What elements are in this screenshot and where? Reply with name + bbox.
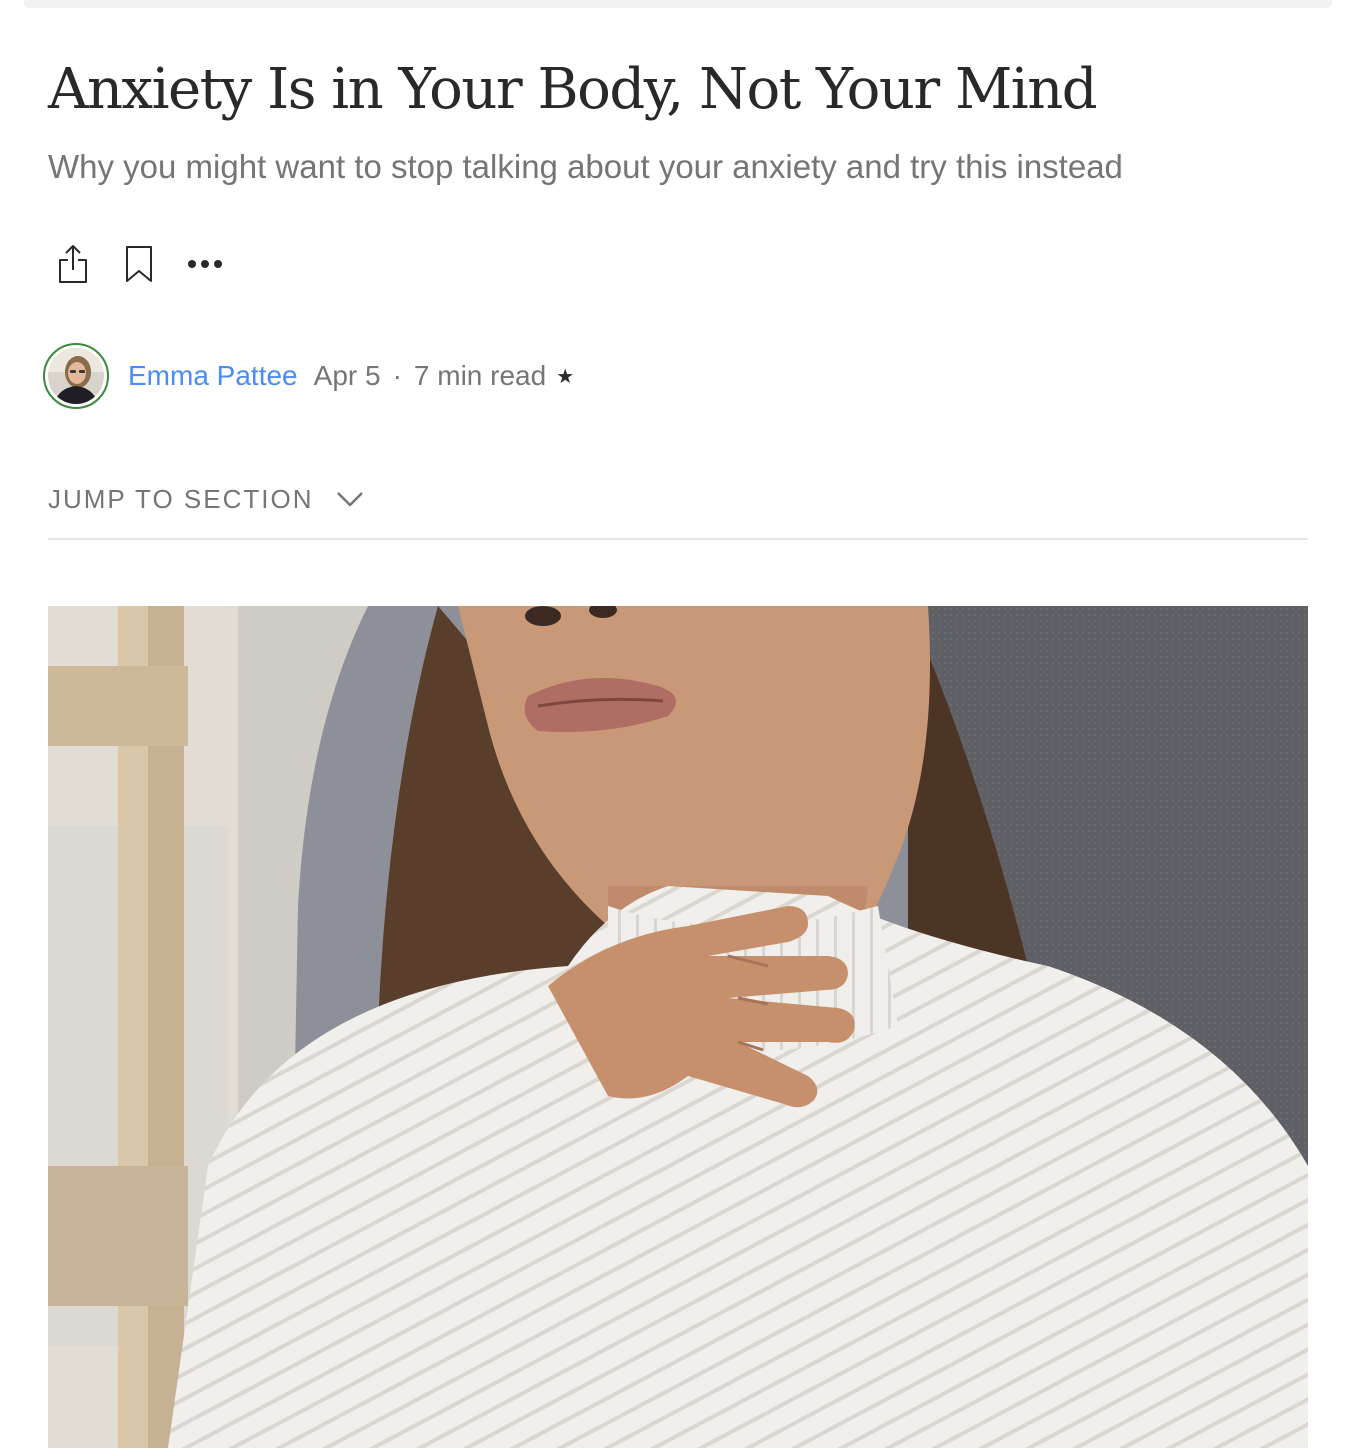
section-divider (48, 538, 1308, 540)
member-star-icon: ★ (556, 365, 575, 388)
byline: Emma Pattee Apr 5 · 7 min read ★ (42, 340, 574, 412)
bookmark-button[interactable] (114, 239, 164, 289)
jump-to-section-label: JUMP TO SECTION (48, 483, 314, 514)
author-name-link[interactable]: Emma Pattee (128, 360, 298, 392)
article-subtitle: Why you might want to stop talking about… (48, 148, 1123, 185)
author-avatar[interactable] (42, 342, 110, 410)
meta-separator: · (392, 360, 402, 391)
chevron-down-icon (336, 490, 364, 508)
avatar-image (43, 343, 109, 409)
hero-image (48, 606, 1308, 1448)
share-icon (59, 245, 87, 283)
article-actions (48, 238, 246, 290)
article-title: Anxiety Is in Your Body, Not Your Mind (48, 57, 1098, 122)
share-button[interactable] (48, 239, 98, 289)
bookmark-icon (126, 246, 152, 282)
read-time: 7 min read (413, 360, 547, 391)
jump-to-section-toggle[interactable]: JUMP TO SECTION (48, 478, 364, 520)
hero-photo-illustration (48, 606, 1308, 1448)
top-bar-strip (24, 0, 1332, 8)
more-options-icon (188, 260, 222, 268)
publish-date: Apr 5 (313, 360, 381, 391)
more-options-button[interactable] (180, 239, 230, 289)
